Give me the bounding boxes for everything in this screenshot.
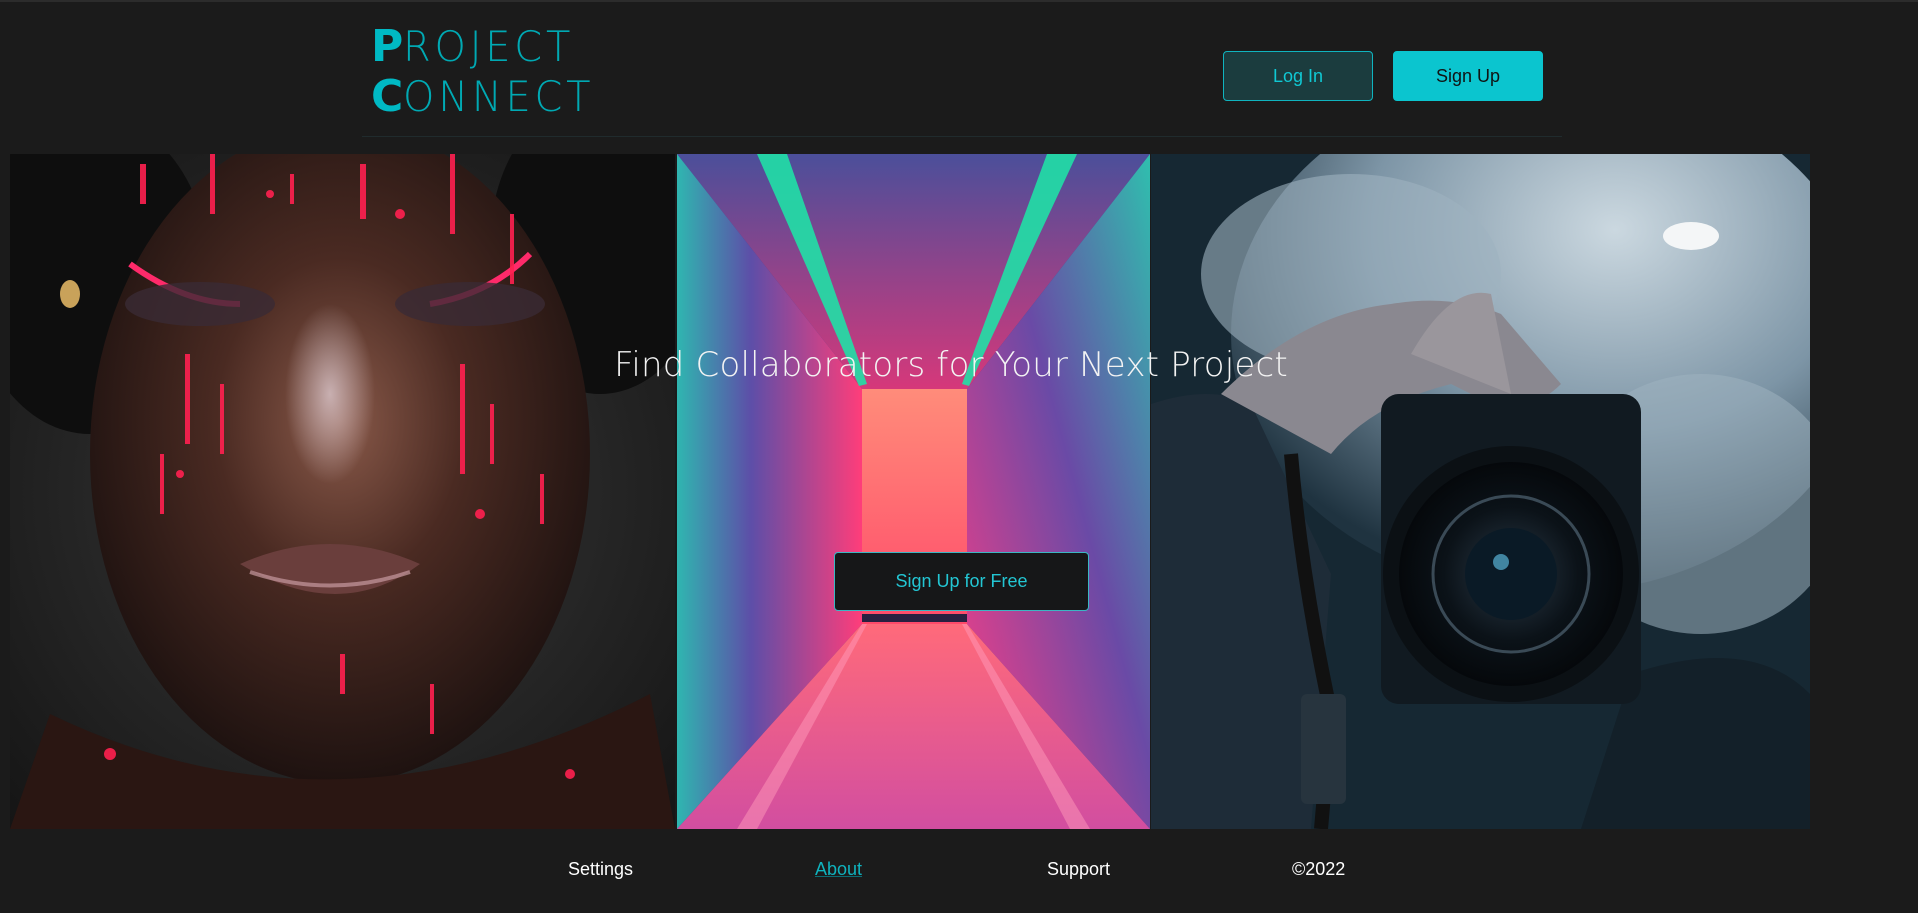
logo-initial-c: C bbox=[371, 71, 404, 122]
footer-about-link[interactable]: About bbox=[815, 859, 862, 880]
footer-support-link[interactable]: Support bbox=[1047, 859, 1110, 880]
logo-word-onnect: ONNECT bbox=[403, 72, 595, 121]
site-footer: Settings About Support ©2022 bbox=[0, 829, 1918, 913]
footer-copyright: ©2022 bbox=[1292, 859, 1346, 879]
site-header: PROJECT CONNECT Log In Sign Up bbox=[0, 0, 1918, 137]
camera-in-smoke-image bbox=[1151, 154, 1810, 829]
neon-corridor-image bbox=[677, 154, 1150, 829]
logo-line-2: CONNECT bbox=[371, 72, 601, 122]
header-divider bbox=[362, 136, 1562, 137]
logo-line-1: PROJECT bbox=[371, 22, 601, 72]
project-connect-logo[interactable]: PROJECT CONNECT bbox=[371, 22, 601, 122]
top-border bbox=[0, 0, 1918, 2]
signup-button[interactable]: Sign Up bbox=[1393, 51, 1543, 101]
logo-word-roject: ROJECT bbox=[403, 22, 575, 71]
signup-free-button[interactable]: Sign Up for Free bbox=[834, 552, 1089, 611]
face-neon-paint-image bbox=[10, 154, 675, 829]
hero-section bbox=[10, 154, 1810, 829]
logo-initial-p: P bbox=[371, 21, 404, 72]
footer-settings-link[interactable]: Settings bbox=[568, 859, 633, 880]
login-button[interactable]: Log In bbox=[1223, 51, 1373, 101]
